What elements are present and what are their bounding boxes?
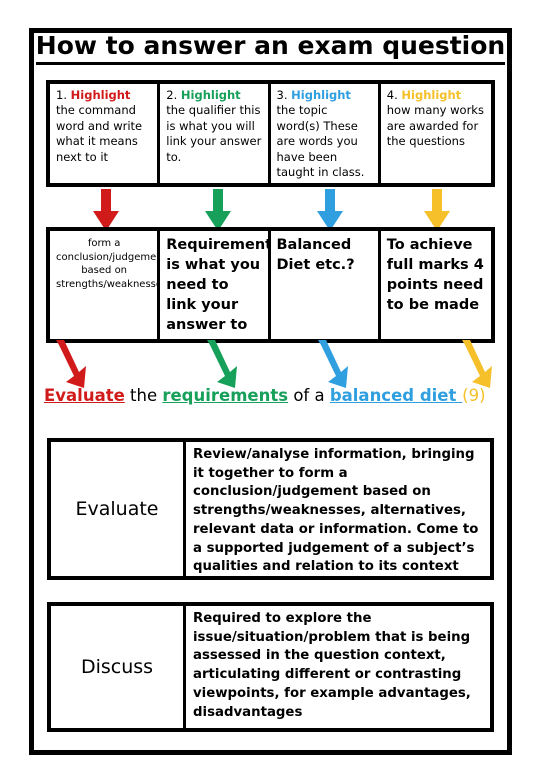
down-arrow-icon-red bbox=[93, 189, 119, 231]
down-arrow-icon-blue bbox=[317, 189, 343, 231]
step-number: 4. bbox=[386, 88, 402, 102]
sentence-part-4: of a bbox=[288, 386, 330, 405]
step-keyword: Highlight bbox=[291, 88, 351, 102]
step-text: the qualifier this is what you will link… bbox=[166, 103, 262, 164]
example-cell-1: form a conclusion/judgement based on str… bbox=[50, 231, 161, 339]
step-keyword: Highlight bbox=[180, 88, 241, 102]
sentence-part-6: (9) bbox=[462, 386, 486, 405]
step-cell-3: 3. Highlight the topic word(s) These are… bbox=[271, 84, 381, 183]
step-text: how many works are awarded for the quest… bbox=[386, 103, 484, 149]
glossary-term: Evaluate bbox=[51, 442, 186, 576]
examples-row: form a conclusion/judgement based on str… bbox=[46, 227, 495, 343]
glossary-row-discuss: Discuss Required to explore the issue/si… bbox=[47, 602, 494, 732]
step-text: the topic word(s) These are words you ha… bbox=[276, 103, 365, 180]
glossary-definition: Required to explore the issue/situation/… bbox=[193, 611, 471, 720]
sentence-part-1: Evaluate bbox=[44, 386, 125, 405]
example-cell-3: Balanced Diet etc.? bbox=[271, 231, 381, 339]
sentence-part-3: requirements bbox=[162, 386, 289, 405]
example-cell-4: To achieve full marks 4 points need to b… bbox=[386, 237, 484, 313]
step-cell-4: 4. Highlight how many works are awarded … bbox=[381, 84, 491, 183]
step-number: 3. bbox=[276, 88, 292, 102]
step-keyword: Highlight bbox=[70, 88, 131, 102]
angled-arrow-icon-red bbox=[56, 340, 90, 388]
angled-arrow-icon-blue bbox=[318, 340, 352, 388]
step-number: 2. bbox=[166, 88, 181, 102]
page-title-text: How to answer an exam question bbox=[35, 31, 506, 65]
step-text: the command word and write what it means… bbox=[56, 103, 143, 164]
step-cell-1: 1. Highlight the command word and write … bbox=[50, 84, 161, 183]
angled-arrow-icon-yellow bbox=[462, 340, 496, 388]
down-arrow-icon-green bbox=[205, 189, 231, 231]
angled-arrow-icon-green bbox=[207, 340, 241, 388]
step-number: 1. bbox=[56, 88, 71, 102]
example-question-sentence: Evaluate the requirements of a balanced … bbox=[44, 386, 516, 405]
example-cell-2: Requirements is what you need to link yo… bbox=[160, 231, 271, 339]
sentence-part-5: balanced diet bbox=[329, 386, 463, 405]
step-keyword: Highlight bbox=[401, 88, 462, 102]
sentence-part-2: the bbox=[124, 386, 163, 405]
steps-row: 1. Highlight the command word and write … bbox=[46, 80, 495, 187]
poster-page: How to answer an exam question 1. Highli… bbox=[0, 0, 540, 780]
step-cell-2: 2. Highlight the qualifier this is what … bbox=[160, 84, 271, 183]
glossary-term: Discuss bbox=[51, 606, 186, 728]
page-title: How to answer an exam question bbox=[29, 31, 512, 65]
down-arrow-icon-yellow bbox=[424, 189, 450, 231]
glossary-definition: Review/analyse information, bringing it … bbox=[193, 447, 479, 575]
glossary-row-evaluate: Evaluate Review/analyse information, bri… bbox=[47, 438, 494, 580]
